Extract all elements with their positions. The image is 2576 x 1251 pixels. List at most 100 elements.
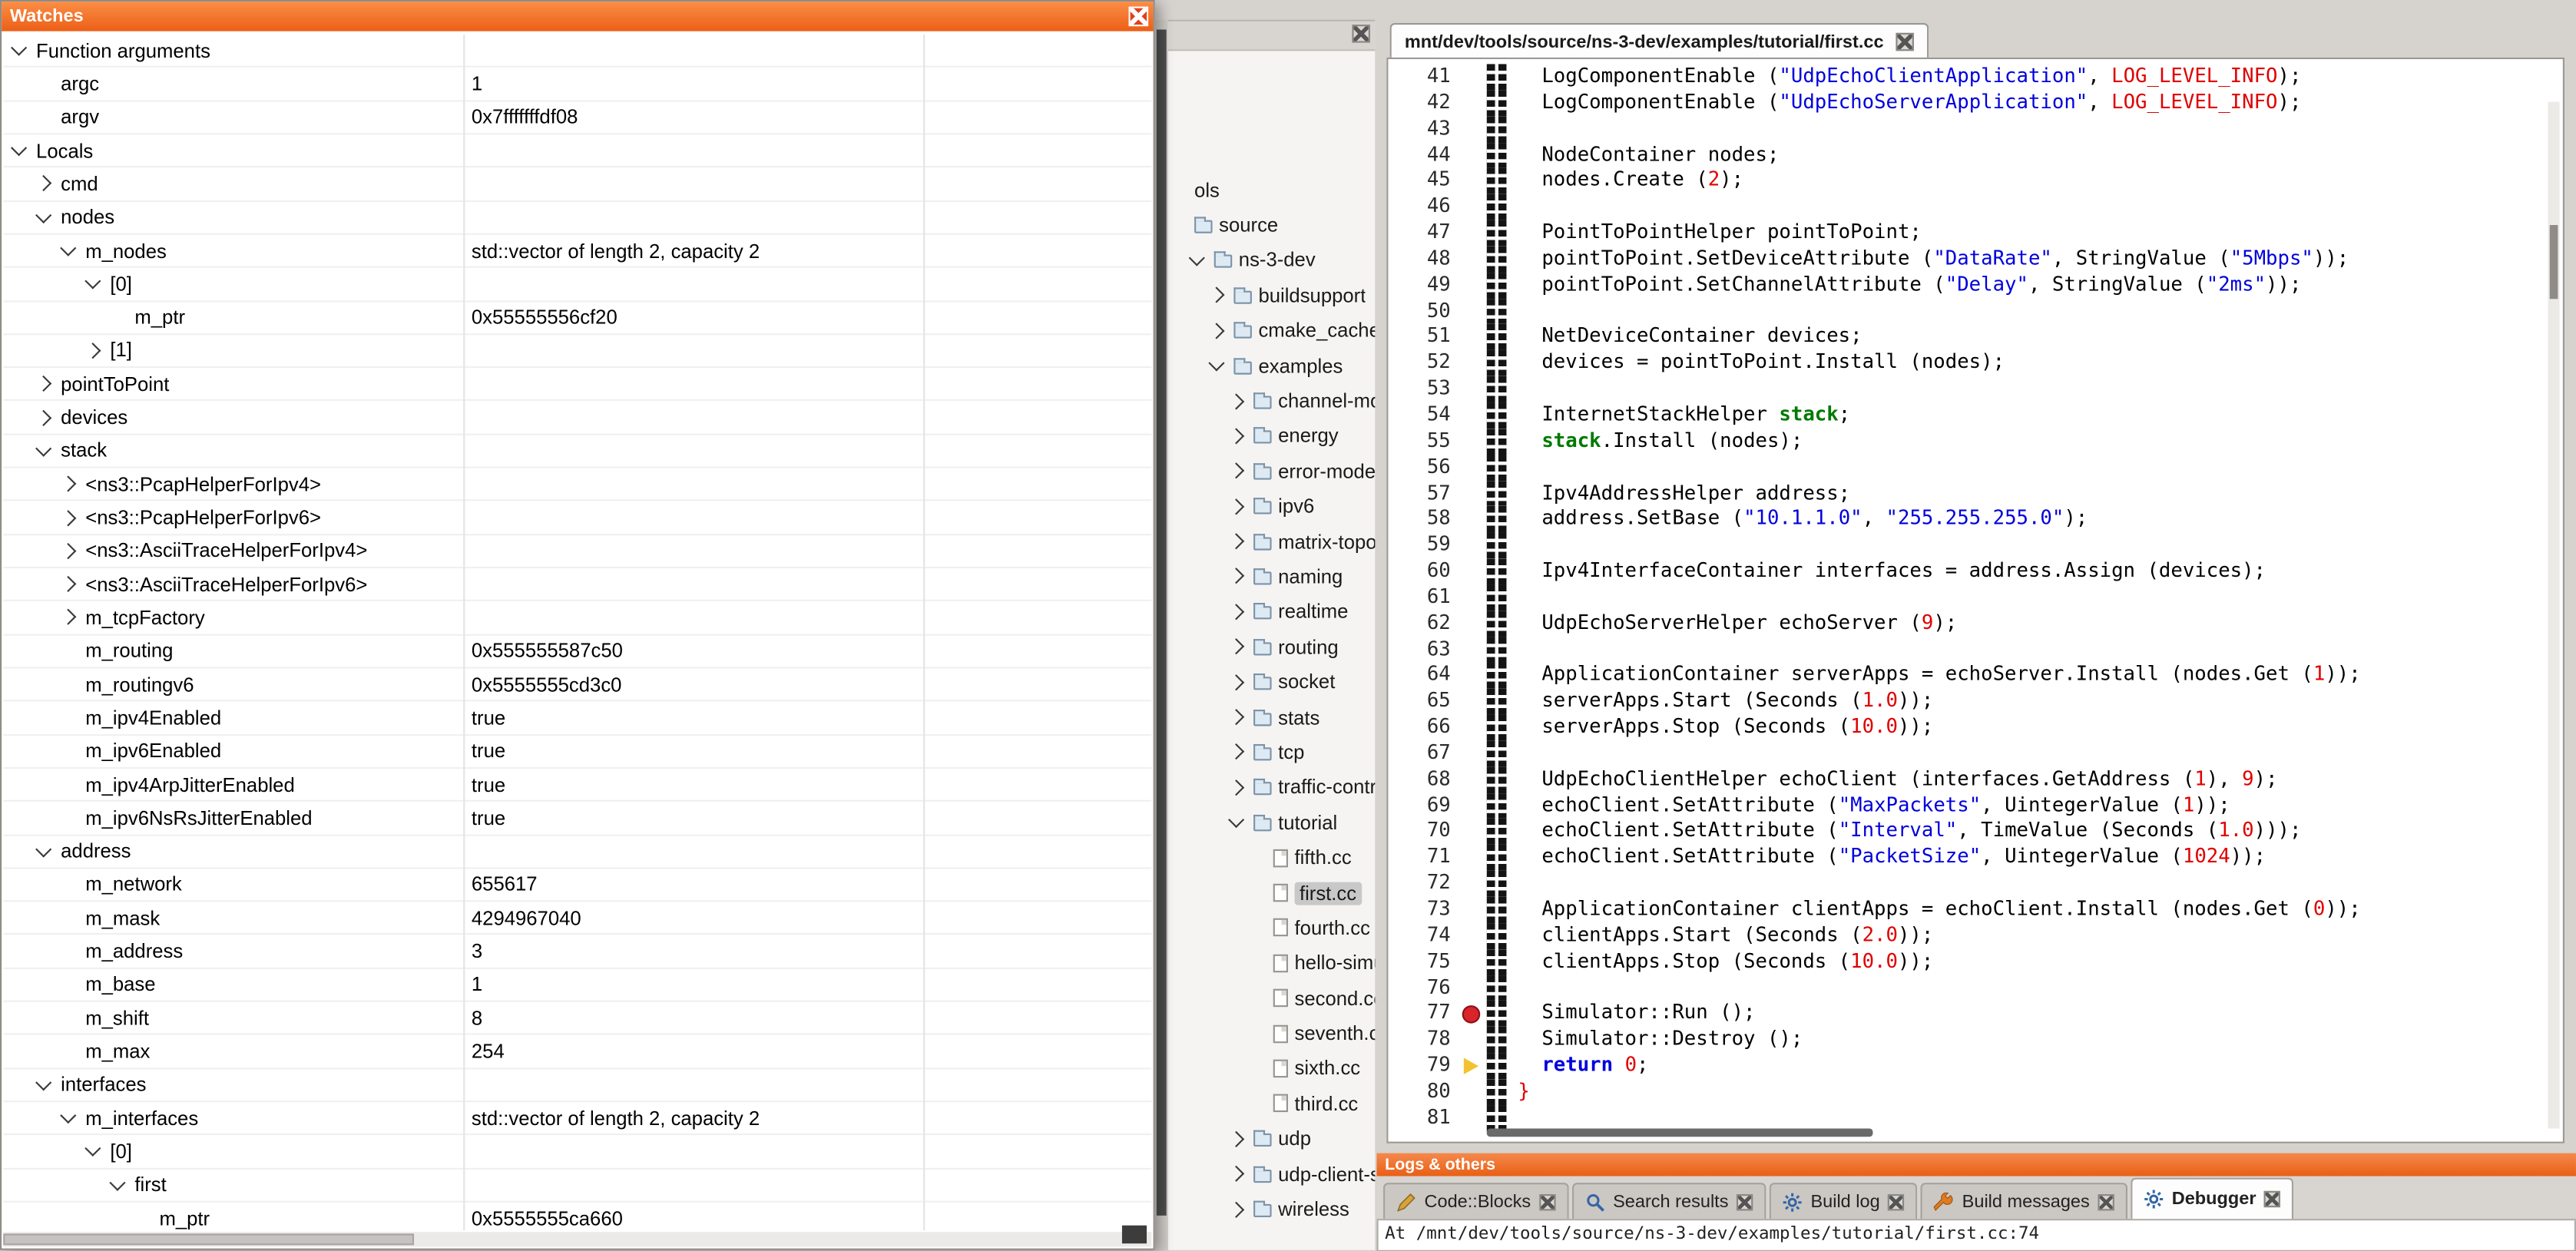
collapse-arrow-icon[interactable] (1189, 250, 1205, 266)
watch-row[interactable]: m_network655617 (3, 869, 1151, 902)
tree-item-routing[interactable]: routing (1168, 629, 1376, 664)
breakpoint-icon[interactable] (1462, 1005, 1481, 1024)
breakpoint-margin[interactable] (1459, 350, 1486, 376)
breakpoint-margin[interactable] (1459, 741, 1486, 767)
breakpoint-margin[interactable] (1459, 532, 1486, 558)
tree-item-error-model[interactable]: error-model (1168, 454, 1376, 489)
watch-row[interactable]: cmd (3, 168, 1151, 201)
breakpoint-margin[interactable] (1459, 273, 1486, 299)
expand-arrow-icon[interactable] (1228, 673, 1244, 690)
breakpoint-margin[interactable] (1459, 481, 1486, 507)
breakpoint-margin[interactable] (1459, 975, 1486, 1001)
watch-row[interactable]: m_ptr0x55555556cf20 (3, 302, 1151, 335)
breakpoint-margin[interactable] (1459, 168, 1486, 194)
watch-row[interactable]: <ns3::PcapHelperForIpv4> (3, 468, 1151, 501)
tree-item-seventh-cc[interactable]: seventh.cc (1168, 1016, 1376, 1051)
close-icon[interactable] (1128, 7, 1148, 27)
expand-arrow-icon[interactable] (1228, 392, 1244, 409)
tree-item-energy[interactable]: energy (1168, 419, 1376, 454)
watch-row[interactable]: argc1 (3, 68, 1151, 101)
collapse-arrow-icon[interactable] (11, 140, 27, 156)
breakpoint-margin[interactable] (1459, 116, 1486, 142)
tree-item-udp[interactable]: udp (1168, 1121, 1376, 1157)
expand-arrow-icon[interactable] (1228, 568, 1244, 584)
collapse-arrow-icon[interactable] (1208, 356, 1224, 372)
breakpoint-margin[interactable] (1459, 584, 1486, 611)
tree-item-tcp[interactable]: tcp (1168, 735, 1376, 770)
breakpoint-margin[interactable] (1459, 455, 1486, 481)
breakpoint-margin[interactable] (1459, 611, 1486, 637)
collapse-arrow-icon[interactable] (35, 440, 51, 456)
collapse-arrow-icon[interactable] (84, 273, 101, 290)
breakpoint-margin[interactable] (1459, 429, 1486, 455)
tree-item-third-cc[interactable]: third.cc (1168, 1086, 1376, 1121)
expand-arrow-icon[interactable] (1228, 779, 1244, 796)
expand-arrow-icon[interactable] (1228, 1130, 1244, 1147)
watch-row[interactable]: m_mask4294967040 (3, 902, 1151, 935)
breakpoint-margin[interactable] (1459, 637, 1486, 663)
tree-item-channel-mod[interactable]: channel-mod (1168, 383, 1376, 419)
log-tab-code-blocks[interactable]: Code::Blocks (1383, 1183, 1568, 1219)
watch-row[interactable]: stack (3, 435, 1151, 468)
watch-row[interactable]: pointToPoint (3, 368, 1151, 401)
breakpoint-margin[interactable] (1459, 64, 1486, 90)
collapse-arrow-icon[interactable] (35, 1074, 51, 1090)
resize-grip[interactable] (1122, 1226, 1147, 1244)
watch-row[interactable]: m_interfacesstd::vector of length 2, cap… (3, 1102, 1151, 1135)
vertical-scrollbar[interactable] (1155, 20, 1168, 1250)
close-icon[interactable] (2098, 1193, 2114, 1210)
watch-row[interactable]: m_address3 (3, 935, 1151, 968)
expand-arrow-icon[interactable] (1228, 639, 1244, 655)
breakpoint-margin[interactable] (1459, 923, 1486, 949)
watch-row[interactable]: [1] (3, 335, 1151, 368)
breakpoint-margin[interactable] (1459, 845, 1486, 871)
breakpoint-margin[interactable] (1459, 220, 1486, 247)
watch-row[interactable]: m_shift8 (3, 1002, 1151, 1035)
breakpoint-margin[interactable] (1459, 819, 1486, 845)
breakpoint-margin[interactable] (1459, 949, 1486, 975)
expand-arrow-icon[interactable] (60, 576, 76, 592)
watch-row[interactable]: first (3, 1169, 1151, 1202)
tree-item-hello-simul[interactable]: hello-simul (1168, 945, 1376, 981)
tree-item-socket[interactable]: socket (1168, 664, 1376, 700)
editor-vertical-scrollbar[interactable] (2548, 102, 2560, 1129)
breakpoint-margin[interactable] (1459, 766, 1486, 793)
breakpoint-margin[interactable] (1459, 558, 1486, 584)
tree-item-stats[interactable]: stats (1168, 700, 1376, 735)
expand-arrow-icon[interactable] (35, 176, 51, 192)
watch-row[interactable]: m_nodesstd::vector of length 2, capacity… (3, 235, 1151, 268)
tree-item-ipv6[interactable]: ipv6 (1168, 488, 1376, 524)
watch-row[interactable]: m_ipv4ArpJitterEnabledtrue (3, 769, 1151, 802)
breakpoint-margin[interactable] (1459, 715, 1486, 741)
breakpoint-margin[interactable] (1459, 507, 1486, 533)
scrollbar-thumb[interactable] (3, 1233, 414, 1245)
watch-row[interactable]: <ns3::PcapHelperForIpv6> (3, 501, 1151, 534)
breakpoint-margin[interactable] (1459, 402, 1486, 429)
breakpoint-margin[interactable] (1459, 142, 1486, 168)
collapse-arrow-icon[interactable] (35, 841, 51, 857)
tree-item-ns-3-dev[interactable]: ns-3-dev (1168, 243, 1376, 278)
breakpoint-margin[interactable] (1459, 1079, 1486, 1105)
expand-arrow-icon[interactable] (60, 476, 76, 492)
expand-arrow-icon[interactable] (1208, 287, 1224, 303)
tree-item-naming[interactable]: naming (1168, 559, 1376, 594)
collapse-arrow-icon[interactable] (60, 1107, 76, 1124)
log-tab-build-log[interactable]: Build log (1770, 1183, 1918, 1219)
watches-titlebar[interactable]: Watches (2, 2, 1153, 31)
code-editor[interactable]: 41 LogComponentEnable ("UdpEchoClientApp… (1386, 58, 2564, 1143)
expand-arrow-icon[interactable] (1228, 709, 1244, 725)
tree-item-traffic-contro[interactable]: traffic-contro (1168, 769, 1376, 805)
watch-row[interactable]: m_ipv6NsRsJitterEnabledtrue (3, 802, 1151, 835)
breakpoint-margin[interactable] (1459, 1001, 1486, 1027)
watch-row[interactable]: [0] (3, 268, 1151, 301)
watch-row[interactable]: <ns3::AsciiTraceHelperForIpv4> (3, 535, 1151, 568)
tree-item-tutorial[interactable]: tutorial (1168, 805, 1376, 840)
tree-item-fifth-cc[interactable]: fifth.cc (1168, 840, 1376, 875)
watches-horizontal-scrollbar[interactable] (3, 1232, 1151, 1246)
watch-row[interactable]: Locals (3, 134, 1151, 167)
expand-arrow-icon[interactable] (35, 409, 51, 425)
log-tab-build-messages[interactable]: Build messages (1921, 1183, 2127, 1219)
expand-arrow-icon[interactable] (1228, 604, 1244, 620)
expand-arrow-icon[interactable] (60, 610, 76, 626)
watch-row[interactable]: devices (3, 402, 1151, 435)
